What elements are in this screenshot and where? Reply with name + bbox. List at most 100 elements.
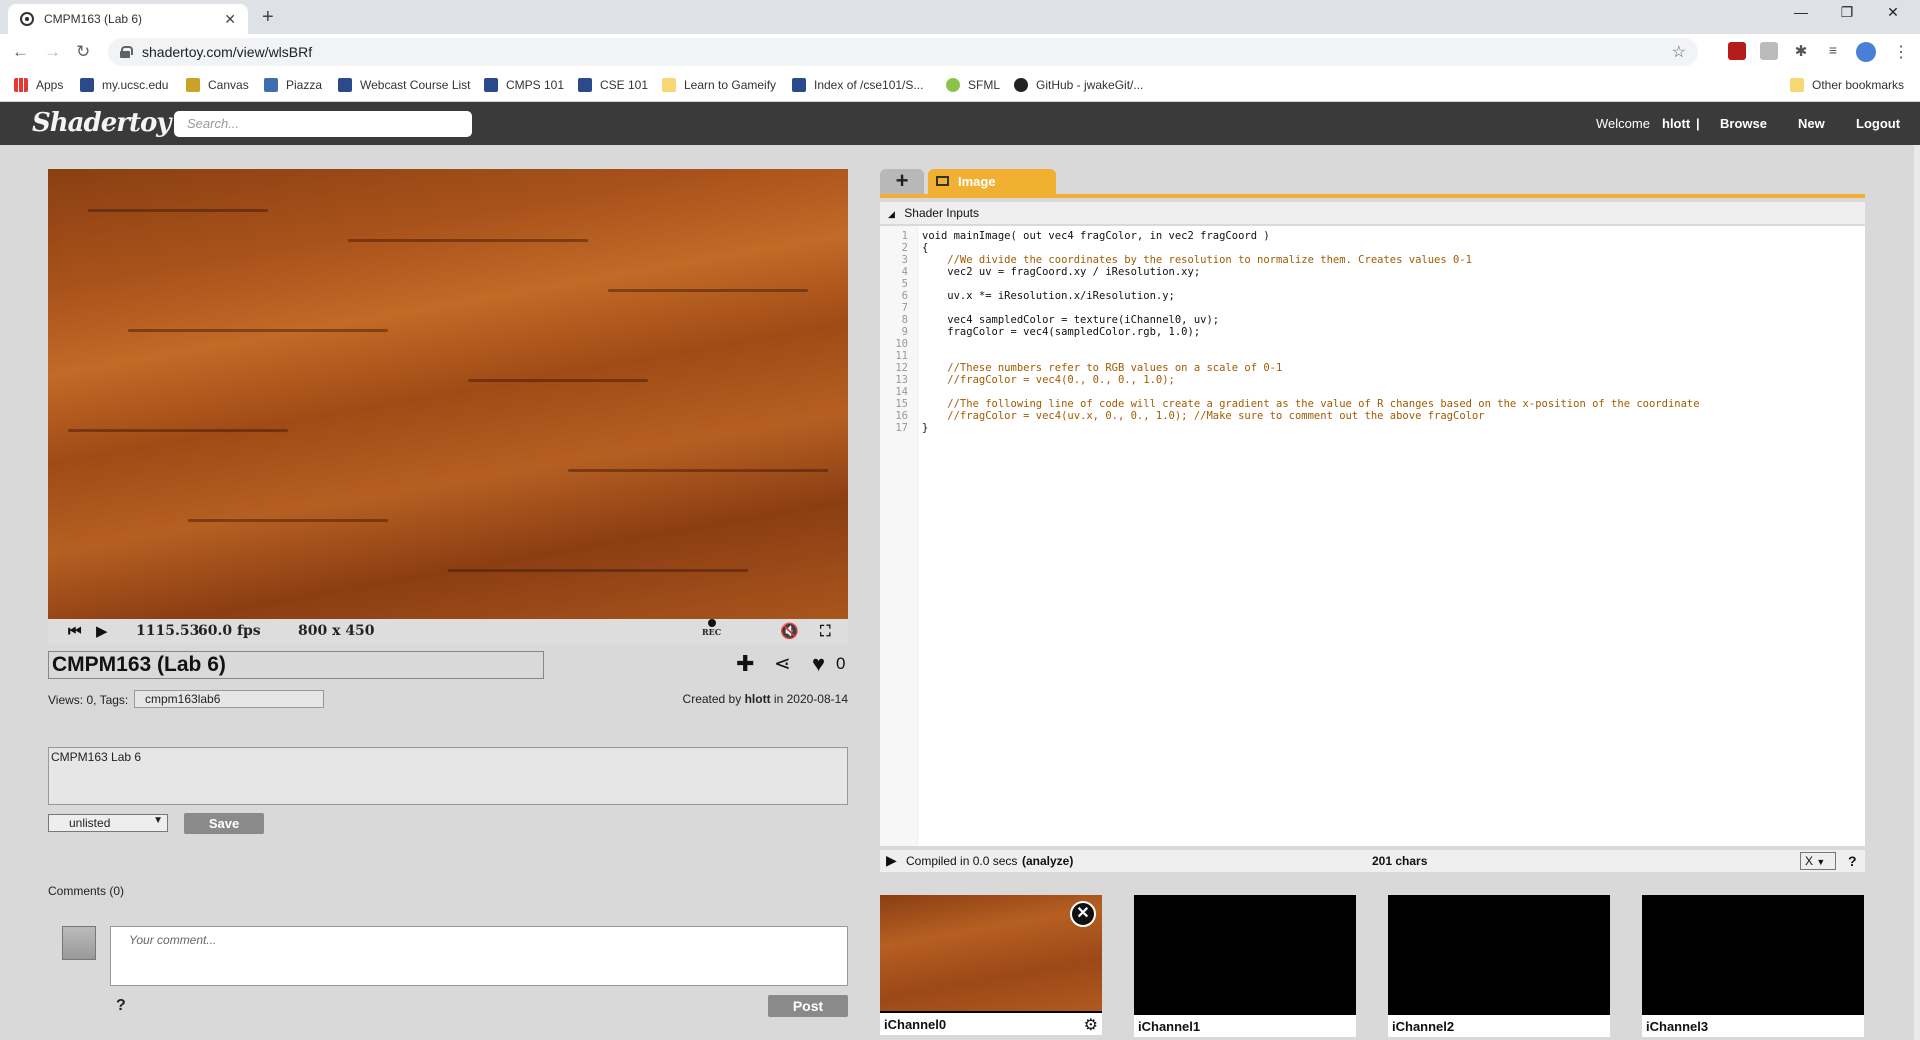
line-number: 6: [901, 290, 908, 302]
char-count: 201 chars: [1372, 854, 1428, 868]
bookmark-canvas[interactable]: Canvas: [186, 78, 249, 92]
bookmark-cse101[interactable]: CSE 101: [578, 78, 648, 92]
post-button[interactable]: Post: [768, 995, 848, 1017]
line-number-gutter: 1 2 3 4 5 6 7 8 9 10 11 12 13 14 15 16 1…: [880, 226, 918, 846]
bookmark-label: Learn to Gameify: [684, 78, 777, 92]
record-button[interactable]: REC: [702, 619, 721, 637]
fps-display: 60.0 fps: [198, 623, 261, 639]
ucsc-icon: [80, 78, 94, 92]
bookmark-other[interactable]: Other bookmarks: [1790, 78, 1904, 92]
browser-toolbar: ← → ↻ shadertoy.com/view/wlsBRf ☆: [0, 34, 1920, 70]
shader-title-input[interactable]: CMPM163 (Lab 6): [48, 651, 544, 679]
lock-icon: [120, 46, 133, 58]
github-icon: [1014, 78, 1028, 92]
piazza-icon: [264, 78, 278, 92]
bookmark-github[interactable]: GitHub - jwakeGit/...: [1014, 78, 1143, 92]
wood-grain: [128, 329, 388, 332]
nav-separator: |: [1696, 116, 1700, 131]
close-icon[interactable]: ✕: [1070, 901, 1096, 927]
bookmark-apps[interactable]: Apps: [14, 78, 63, 92]
channel-2[interactable]: iChannel2: [1388, 895, 1610, 1037]
window-close-icon[interactable]: ✕: [1870, 4, 1916, 21]
bookmark-index[interactable]: Index of /cse101/S...: [792, 78, 923, 92]
bookmark-cmps101[interactable]: CMPS 101: [484, 78, 564, 92]
compile-play-icon[interactable]: ▶: [886, 852, 897, 869]
rewind-icon[interactable]: ⏮: [68, 622, 82, 640]
mute-icon[interactable]: 🔇: [780, 622, 799, 640]
code-line: {: [922, 242, 929, 254]
tags-input[interactable]: cmpm163lab6: [134, 690, 324, 708]
bookmark-gameify[interactable]: Learn to Gameify: [662, 78, 776, 92]
bookmark-webcast[interactable]: Webcast Course List: [338, 78, 471, 92]
visibility-value: unlisted: [69, 816, 111, 830]
new-tab-icon[interactable]: +: [262, 6, 274, 29]
address-bar[interactable]: shadertoy.com/view/wlsBRf ☆: [108, 38, 1698, 66]
media-icon[interactable]: ≡: [1824, 42, 1842, 60]
profile-avatar-icon[interactable]: [1856, 42, 1876, 62]
bookmark-star-icon[interactable]: ☆: [1672, 42, 1686, 62]
bookmark-label: GitHub - jwakeGit/...: [1036, 78, 1144, 92]
user-link[interactable]: hlott: [1662, 116, 1690, 131]
bookmarks-bar: Apps my.ucsc.edu Canvas Piazza Webcast C…: [0, 70, 1920, 102]
bookmark-label: Index of /cse101/S...: [814, 78, 924, 92]
bookmark-label: Canvas: [208, 78, 249, 92]
close-tab-icon[interactable]: ✕: [224, 11, 236, 28]
shadertoy-logo[interactable]: Shadertoy: [32, 108, 171, 138]
page-scrollbar[interactable]: [1914, 145, 1920, 1040]
channel-0-texture: [880, 895, 1102, 1011]
browse-link[interactable]: Browse: [1720, 116, 1767, 131]
add-buffer-tab[interactable]: +: [880, 169, 924, 194]
new-link[interactable]: New: [1798, 116, 1825, 131]
extension-icon[interactable]: [1760, 42, 1778, 60]
restore-icon[interactable]: ❐: [1824, 4, 1870, 21]
comments-header: Comments (0): [48, 884, 125, 898]
gear-icon[interactable]: ⚙: [1084, 1015, 1098, 1035]
comment-input[interactable]: Your comment...: [110, 926, 848, 986]
visibility-select[interactable]: unlisted ▼: [48, 814, 168, 832]
share-icon[interactable]: ⋖: [774, 651, 791, 676]
minimize-icon[interactable]: —: [1778, 4, 1824, 20]
search-input[interactable]: Search...: [174, 111, 472, 137]
forward-icon[interactable]: →: [44, 42, 61, 62]
line-number: 3: [901, 254, 908, 266]
bookmark-label: CMPS 101: [506, 78, 565, 92]
folder-icon: [1790, 78, 1804, 92]
puzzle-icon[interactable]: ✱: [1792, 42, 1810, 60]
wood-grain: [608, 289, 808, 292]
bookmark-piazza[interactable]: Piazza: [264, 78, 322, 92]
chevron-down-icon: ▼: [1816, 857, 1826, 867]
bookmark-myucsc[interactable]: my.ucsc.edu: [80, 78, 168, 92]
bookmark-label: CSE 101: [600, 78, 649, 92]
apps-grid-icon: [14, 78, 28, 92]
fullscreen-icon[interactable]: ⛶: [820, 622, 831, 640]
channel-3[interactable]: iChannel3: [1642, 895, 1864, 1037]
avatar: [62, 926, 96, 960]
save-button[interactable]: Save: [184, 813, 264, 834]
shader-inputs-toggle[interactable]: ◢ Shader Inputs: [880, 202, 1865, 224]
logout-link[interactable]: Logout: [1856, 116, 1900, 131]
editor-help-icon[interactable]: ?: [1848, 853, 1857, 869]
tab-image[interactable]: Image: [928, 169, 1056, 194]
browser-menu-icon[interactable]: ⋮: [1892, 42, 1910, 61]
shader-viewport[interactable]: [48, 169, 848, 619]
channel-label: iChannel1: [1134, 1015, 1356, 1037]
add-to-playlist-icon[interactable]: ✚: [736, 651, 754, 677]
code-comment-line: //fragColor = vec4(uv.x, 0., 0., 1.0); /…: [922, 410, 1485, 422]
code-editor[interactable]: 1 2 3 4 5 6 7 8 9 10 11 12 13 14 15 16 1…: [880, 226, 1865, 846]
back-icon[interactable]: ←: [12, 42, 29, 62]
description-input[interactable]: CMPM163 Lab 6: [48, 747, 848, 805]
reload-icon[interactable]: ↻: [76, 42, 90, 62]
channel-label: iChannel3: [1642, 1015, 1864, 1037]
font-size-select[interactable]: X ▼: [1800, 852, 1836, 870]
like-heart-icon[interactable]: ♥: [812, 651, 825, 677]
bookmark-sfml[interactable]: SFML: [946, 78, 1000, 92]
comment-help-icon[interactable]: ?: [116, 997, 126, 1015]
analyze-link[interactable]: (analyze): [1022, 854, 1073, 868]
wood-grain: [448, 569, 748, 572]
pdf-extension-icon[interactable]: [1728, 42, 1746, 60]
play-icon[interactable]: ▶: [96, 622, 108, 640]
browser-tab[interactable]: CMPM163 (Lab 6) ✕: [8, 4, 248, 34]
channel-1[interactable]: iChannel1: [1134, 895, 1356, 1037]
channel-0[interactable]: ✕ iChannel0 ⚙: [880, 895, 1102, 1035]
author-link[interactable]: hlott: [745, 692, 771, 706]
